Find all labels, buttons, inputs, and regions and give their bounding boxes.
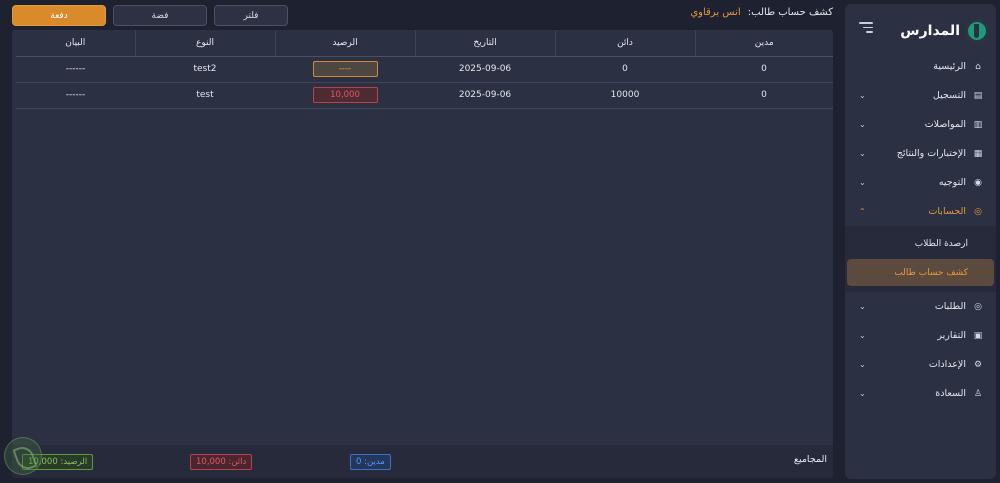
table-row[interactable]: 0 0 2025-09-06 ---- test2 ------ xyxy=(16,56,833,83)
table-row[interactable]: 0 10000 2025-09-06 10,000 test ------ xyxy=(16,82,833,109)
totals-bar: المجاميع مدين: 0 دائن: 10,000 الرصيد: 10… xyxy=(12,445,833,478)
total-credit-badge: دائن: 10,000 xyxy=(190,454,253,470)
bus-icon: ▥ xyxy=(973,119,983,130)
submenu-item-student-balances[interactable]: ارصدة الطلاب xyxy=(847,230,994,257)
chevron-down-icon: ⌄ xyxy=(859,360,866,369)
sidebar-item-orders[interactable]: ◎ الطلبات ⌄ xyxy=(845,292,996,321)
sidebar-item-label: السعادة xyxy=(935,388,966,399)
sidebar-nav: ⌂ الرئيسية ▤ التسجيل ⌄ ▥ المواصلات ⌄ ▦ ا… xyxy=(845,52,996,408)
table-header-row: مدين دائن التاريخ الرصيد النوع البيان xyxy=(16,30,833,57)
total-debit-badge: مدين: 0 xyxy=(350,454,391,470)
sidebar-item-label: الإختبارات والنتائج xyxy=(896,148,966,159)
cell-statement: ------ xyxy=(16,82,135,109)
user-icon: ♙ xyxy=(973,388,983,399)
chevron-down-icon: ⌄ xyxy=(859,120,866,129)
home-icon: ⌂ xyxy=(975,61,981,72)
totals-label: المجاميع xyxy=(793,454,827,465)
coins-icon: ◎ xyxy=(974,206,982,217)
exam-icon: ▦ xyxy=(973,148,983,159)
chevron-down-icon: ⌄ xyxy=(859,91,866,100)
sidebar-item-reports[interactable]: ▣ التقارير ⌄ xyxy=(845,321,996,350)
cell-balance: ---- xyxy=(275,56,415,83)
report-icon: ▣ xyxy=(973,330,983,341)
sidebar-item-label: الرئيسية xyxy=(933,61,966,72)
sidebar-item-accounts[interactable]: ◎ الحسابات ⌃ xyxy=(845,197,996,226)
page-title: كشف حساب طالب: انس برقاوي xyxy=(690,7,833,18)
brand[interactable]: المدارس xyxy=(900,20,988,42)
floating-leaf-logo-icon[interactable] xyxy=(4,437,42,475)
statement-panel: مدين دائن التاريخ الرصيد النوع البيان 0 … xyxy=(12,30,833,478)
cell-date: 2025-09-06 xyxy=(415,56,555,83)
sidebar-item-happiness[interactable]: ♙ السعادة ⌄ xyxy=(845,379,996,408)
payment-button[interactable]: دفعة xyxy=(12,5,106,26)
submenu-item-label: ارصدة الطلاب xyxy=(914,238,968,249)
chevron-up-icon: ⌃ xyxy=(859,207,866,216)
sidebar-item-label: التقارير xyxy=(937,330,966,341)
brand-logo-icon xyxy=(966,20,988,42)
sidebar-item-label: التوجيه xyxy=(938,177,966,188)
sidebar-item-transport[interactable]: ▥ المواصلات ⌄ xyxy=(845,110,996,139)
chevron-down-icon: ⌄ xyxy=(859,331,866,340)
silver-button[interactable]: فضة xyxy=(113,5,207,26)
cell-credit: 0 xyxy=(555,56,695,83)
cell-balance: 10,000 xyxy=(275,82,415,109)
submenu-item-label: كشف حساب طالب xyxy=(894,267,968,278)
cell-debit: 0 xyxy=(695,56,833,83)
sidebar-item-settings[interactable]: ⚙ الإعدادات ⌄ xyxy=(845,350,996,379)
sidebar-item-label: التسجيل xyxy=(932,90,966,101)
orders-icon: ◎ xyxy=(974,301,982,312)
sidebar-item-label: الإعدادات xyxy=(928,359,966,370)
column-header-type[interactable]: النوع xyxy=(134,30,275,57)
menu-toggle-icon[interactable] xyxy=(859,22,873,34)
accounts-submenu: ارصدة الطلاب كشف حساب طالب xyxy=(845,226,996,292)
cell-credit: 10000 xyxy=(555,82,695,109)
sidebar-item-home[interactable]: ⌂ الرئيسية xyxy=(845,52,996,81)
column-header-debit[interactable]: مدين xyxy=(694,30,833,57)
statement-table: مدين دائن التاريخ الرصيد النوع البيان 0 … xyxy=(16,30,833,109)
column-header-statement[interactable]: البيان xyxy=(16,30,135,57)
cell-date: 2025-09-06 xyxy=(415,82,555,109)
chevron-down-icon: ⌄ xyxy=(859,389,866,398)
submenu-item-student-statement[interactable]: كشف حساب طالب xyxy=(847,259,994,286)
column-header-balance[interactable]: الرصيد xyxy=(274,30,415,57)
column-header-date[interactable]: التاريخ xyxy=(414,30,555,57)
cell-statement: ------ xyxy=(16,56,135,83)
column-header-credit[interactable]: دائن xyxy=(554,30,695,57)
compass-icon: ◉ xyxy=(974,177,982,188)
sidebar-item-exams[interactable]: ▦ الإختبارات والنتائج ⌄ xyxy=(845,139,996,168)
filter-button[interactable]: فلتر xyxy=(214,5,288,26)
sidebar-item-label: الحسابات xyxy=(928,206,966,217)
brand-name: المدارس xyxy=(900,23,960,39)
book-icon: ▤ xyxy=(973,90,983,101)
cell-debit: 0 xyxy=(695,82,833,109)
sidebar-item-label: المواصلات xyxy=(924,119,966,130)
chevron-down-icon: ⌄ xyxy=(859,302,866,311)
gear-icon: ⚙ xyxy=(973,359,983,370)
cell-type: test xyxy=(135,82,275,109)
sidebar-item-registration[interactable]: ▤ التسجيل ⌄ xyxy=(845,81,996,110)
cell-type: test2 xyxy=(135,56,275,83)
chevron-down-icon: ⌄ xyxy=(859,149,866,158)
sidebar-item-guidance[interactable]: ◉ التوجيه ⌄ xyxy=(845,168,996,197)
sidebar-item-label: الطلبات xyxy=(934,301,966,312)
sidebar: المدارس ⌂ الرئيسية ▤ التسجيل ⌄ ▥ المواصل… xyxy=(845,4,996,479)
balance-badge: 10,000 xyxy=(312,87,378,103)
chevron-down-icon: ⌄ xyxy=(859,178,866,187)
student-name: انس برقاوي xyxy=(690,7,741,18)
page-title-prefix: كشف حساب طالب: xyxy=(747,7,833,18)
balance-badge: ---- xyxy=(312,61,378,77)
